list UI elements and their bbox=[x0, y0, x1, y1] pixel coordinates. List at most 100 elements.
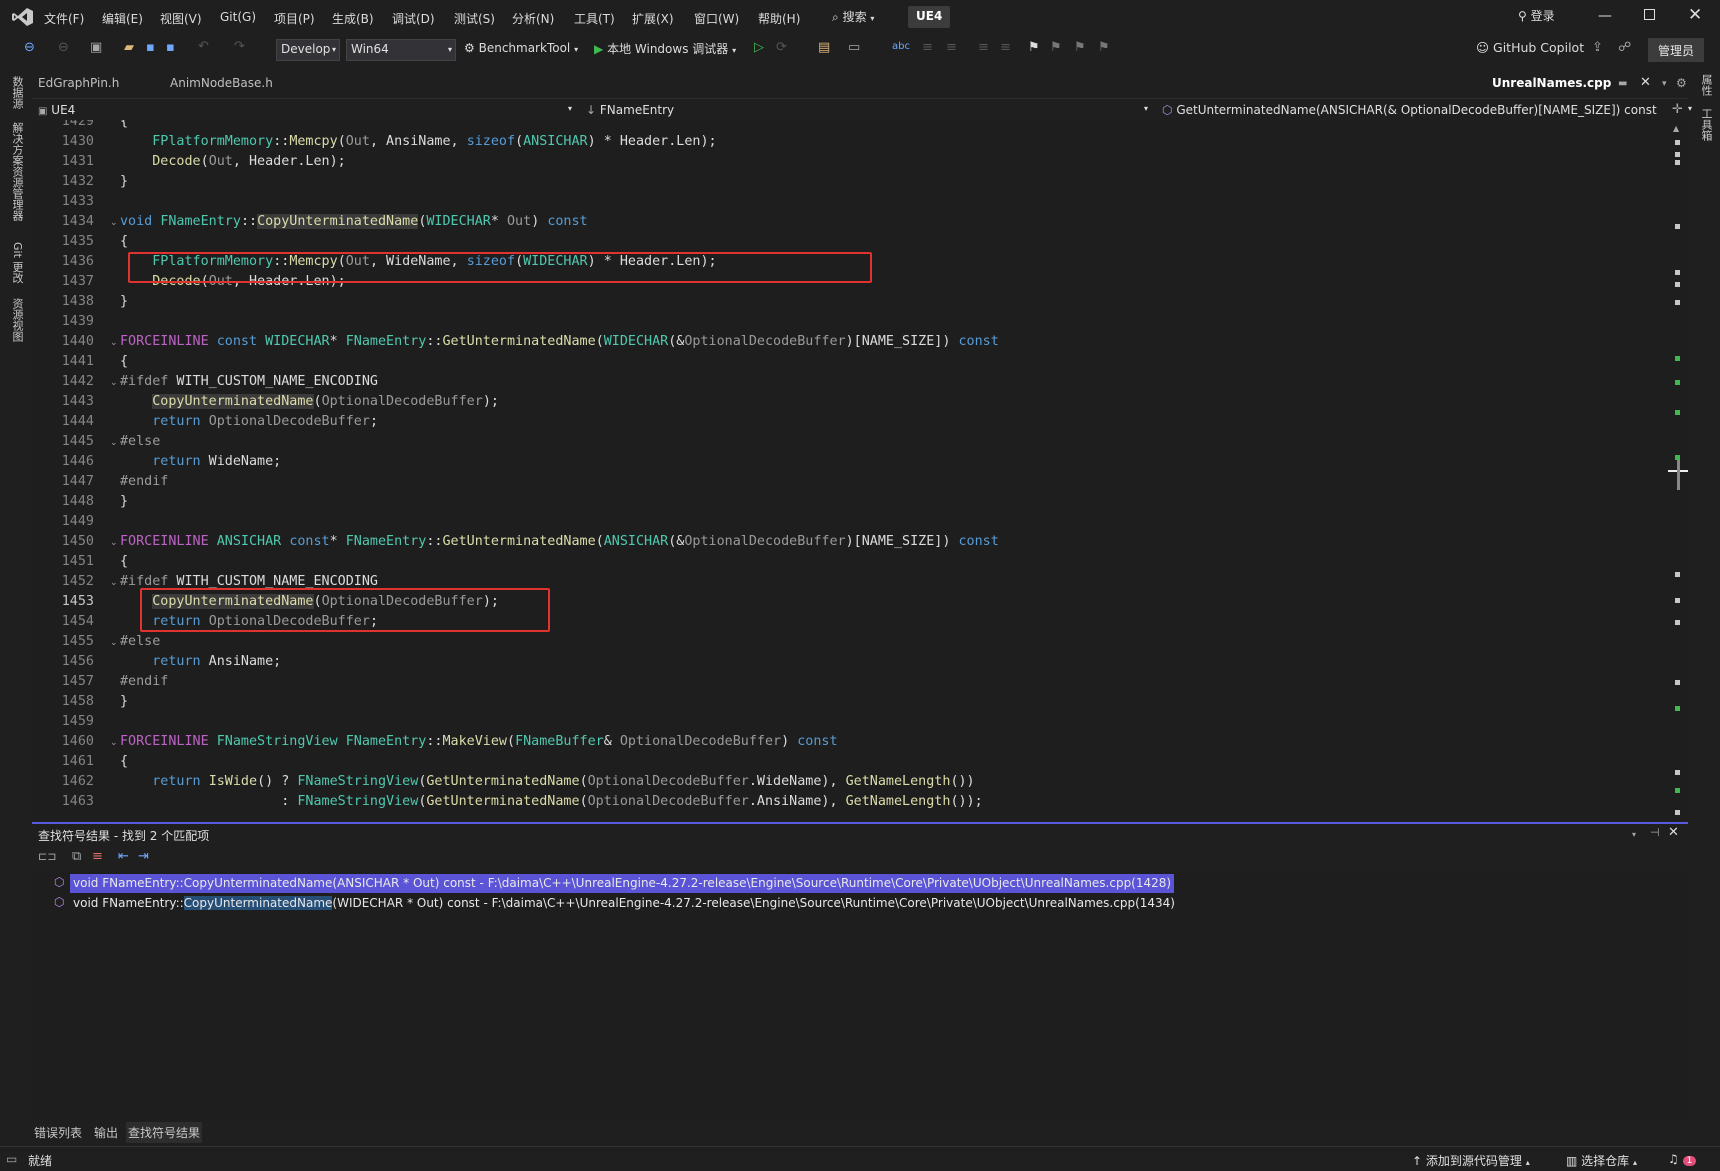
fold-toggle-icon[interactable]: ⌄ bbox=[110, 578, 118, 588]
comment-icon[interactable]: ≡ bbox=[922, 41, 933, 55]
notifications-button[interactable]: ♫ 1 bbox=[1668, 1152, 1697, 1166]
new-project-icon[interactable]: ▣ bbox=[90, 41, 102, 55]
panel-menu-chevron-icon[interactable]: ▾ bbox=[1632, 828, 1636, 842]
menu-window[interactable]: 窗口(W) bbox=[694, 10, 739, 27]
fold-toggle-icon[interactable]: ⌄ bbox=[110, 438, 118, 448]
right-tab-toolbox[interactable]: 工具箱 bbox=[1698, 108, 1714, 141]
fold-toggle-icon[interactable]: ⌄ bbox=[110, 538, 118, 548]
result-item-widechar[interactable]: void FNameEntry::CopyUnterminatedName(WI… bbox=[70, 894, 1178, 913]
bookmark-icon[interactable]: ⚑ bbox=[1028, 41, 1040, 55]
notification-count: 1 bbox=[1682, 1156, 1697, 1166]
menu-file[interactable]: 文件(F) bbox=[44, 10, 84, 27]
menu-project[interactable]: 项目(P) bbox=[274, 10, 315, 27]
search-box[interactable]: ⌕ 搜索 ▾ bbox=[832, 8, 874, 26]
panel-pin-icon[interactable]: ⊣ bbox=[1650, 826, 1660, 840]
menu-view[interactable]: 视图(V) bbox=[160, 10, 202, 27]
code-editor[interactable]: 1429 1430 1431 1432 1433 1434 1435 1436 1437 1438… bbox=[32, 120, 1688, 820]
scroll-up-icon[interactable]: ▲ bbox=[1673, 122, 1679, 136]
tab-edgraphpin-h[interactable]: EdGraphPin.h bbox=[38, 76, 162, 90]
editor-scrollbar[interactable]: ▲ bbox=[1668, 120, 1688, 820]
tab-find-symbol-results[interactable]: 查找符号结果 bbox=[126, 1122, 203, 1143]
select-repository-button[interactable]: ▥ 选择仓库 ▴ bbox=[1566, 1152, 1637, 1169]
open-folder-icon[interactable]: ▰ bbox=[124, 41, 134, 55]
menu-build[interactable]: 生成(B) bbox=[332, 10, 374, 27]
startup-project-dropdown[interactable]: ⚙ BenchmarkTool ▾ bbox=[464, 41, 578, 55]
left-tab-resource-view[interactable]: 资源视图 bbox=[9, 298, 25, 342]
previous-result-icon[interactable]: ⇤ bbox=[118, 850, 129, 864]
share-icon[interactable]: ⇪ bbox=[1592, 41, 1603, 55]
chevron-down-icon: ▾ bbox=[567, 104, 572, 113]
fold-toggle-icon[interactable]: ⌄ bbox=[110, 338, 118, 348]
menu-tools[interactable]: 工具(T) bbox=[574, 10, 615, 27]
left-tab-solution-explorer[interactable]: 解决方案资源管理器 bbox=[9, 122, 25, 221]
fold-toggle-icon[interactable]: ⌄ bbox=[110, 378, 118, 388]
right-tab-properties[interactable]: 属性 bbox=[1698, 74, 1714, 96]
undo-icon[interactable]: ↶ bbox=[198, 40, 209, 54]
line-number: 1440 bbox=[61, 334, 94, 349]
left-tab-git-changes[interactable]: Git 更改 bbox=[9, 242, 25, 283]
redo-icon[interactable]: ↷ bbox=[234, 40, 245, 54]
find-results-toolbar: ⊏⊐ ⧉ ≡ ⇤ ⇥ bbox=[32, 846, 1688, 868]
code-line: return OptionalDecodeBuffer; bbox=[152, 414, 378, 429]
outdent-icon[interactable]: ≡ bbox=[978, 41, 989, 55]
project-dropdown[interactable]: ▣ UE4 ▾ bbox=[32, 99, 576, 121]
menu-test[interactable]: 测试(S) bbox=[454, 10, 495, 27]
hot-reload-icon[interactable]: ⟳ bbox=[776, 41, 787, 55]
forward-icon[interactable]: ⊖ bbox=[58, 41, 69, 55]
line-number: 1432 bbox=[61, 174, 94, 189]
platform-dropdown[interactable]: Win64 ▾ bbox=[346, 39, 456, 61]
group-by-icon[interactable]: ⊏⊐ bbox=[38, 850, 56, 864]
menu-edit[interactable]: 编辑(E) bbox=[102, 10, 143, 27]
panel-close-icon[interactable]: ✕ bbox=[1668, 826, 1679, 840]
configuration-dropdown[interactable]: Develop ▾ bbox=[276, 39, 340, 61]
tab-animnodebase-h[interactable]: AnimNodeBase.h bbox=[170, 76, 340, 90]
menu-debug[interactable]: 调试(D) bbox=[392, 10, 435, 27]
next-result-icon[interactable]: ⇥ bbox=[138, 850, 149, 864]
back-icon[interactable]: ⊖ bbox=[24, 41, 35, 55]
split-window-icon[interactable]: ✛ bbox=[1672, 103, 1683, 117]
copy-icon[interactable]: ⧉ bbox=[72, 850, 81, 864]
scroll-thumb[interactable] bbox=[1677, 460, 1680, 490]
settings-gear-icon[interactable]: ⚙ bbox=[1676, 76, 1687, 90]
add-to-source-control-button[interactable]: ↑ 添加到源代码管理 ▴ bbox=[1412, 1152, 1530, 1169]
tab-output[interactable]: 输出 bbox=[92, 1122, 120, 1143]
window-layout-icon[interactable]: ▭ bbox=[848, 41, 860, 55]
tab-error-list[interactable]: 错误列表 bbox=[32, 1122, 84, 1143]
fold-toggle-icon[interactable]: ⌄ bbox=[110, 638, 118, 648]
save-icon[interactable]: ▪ bbox=[146, 41, 155, 55]
pin-tab-icon[interactable]: ▬ bbox=[1618, 77, 1627, 91]
close-window-button[interactable]: ✕ bbox=[1688, 5, 1702, 25]
vs-logo-icon[interactable] bbox=[12, 7, 34, 27]
code-line: : FNameStringView(GetUnterminatedName(Op… bbox=[120, 794, 983, 809]
uncomment-icon[interactable]: ≡ bbox=[946, 41, 957, 55]
menu-help[interactable]: 帮助(H) bbox=[758, 10, 800, 27]
save-all-icon[interactable]: ▪ bbox=[166, 41, 175, 55]
clear-bookmarks-icon[interactable]: ⚑ bbox=[1098, 41, 1110, 55]
result-item-ansichar[interactable]: void FNameEntry::CopyUnterminatedName(AN… bbox=[70, 874, 1175, 893]
member-dropdown[interactable]: ⬡ GetUnterminatedName(ANSICHAR(& Optiona… bbox=[1156, 99, 1696, 121]
signin-button[interactable]: ⚲ 登录 bbox=[1518, 7, 1555, 24]
github-copilot-button[interactable]: ☺ GitHub Copilot bbox=[1476, 40, 1584, 55]
scope-dropdown[interactable]: ↓ FNameEntry ▾ bbox=[580, 99, 1152, 121]
tab-unrealnames-cpp[interactable]: UnrealNames.cpp bbox=[1492, 76, 1611, 90]
close-tab-icon[interactable]: ✕ bbox=[1640, 76, 1651, 90]
menu-git[interactable]: Git(G) bbox=[220, 10, 256, 24]
start-debugging-button[interactable]: ▶ 本地 Windows 调试器 ▾ bbox=[594, 40, 736, 57]
clear-results-icon[interactable]: ≡ bbox=[92, 850, 103, 864]
indent-icon[interactable]: ≡ bbox=[1000, 41, 1011, 55]
line-number: 1443 bbox=[61, 394, 94, 409]
next-bookmark-icon[interactable]: ⚑ bbox=[1074, 41, 1086, 55]
solution-explorer-icon[interactable]: ▤ bbox=[818, 41, 830, 55]
left-tab-data-sources[interactable]: 数据源 bbox=[9, 76, 25, 109]
minimize-button[interactable]: — bbox=[1598, 8, 1612, 24]
tab-list-chevron-icon[interactable]: ▾ bbox=[1662, 77, 1667, 91]
fold-toggle-icon[interactable]: ⌄ bbox=[110, 738, 118, 748]
fold-toggle-icon[interactable]: ⌄ bbox=[110, 218, 118, 228]
feedback-icon[interactable]: ☍ bbox=[1618, 41, 1631, 55]
menu-extensions[interactable]: 扩展(X) bbox=[632, 10, 674, 27]
maximize-button[interactable] bbox=[1644, 9, 1655, 20]
prev-bookmark-icon[interactable]: ⚑ bbox=[1050, 41, 1062, 55]
start-without-debugging-icon[interactable]: ▷ bbox=[754, 41, 764, 55]
spell-check-icon[interactable]: abc bbox=[892, 40, 910, 54]
menu-analyze[interactable]: 分析(N) bbox=[512, 10, 554, 27]
